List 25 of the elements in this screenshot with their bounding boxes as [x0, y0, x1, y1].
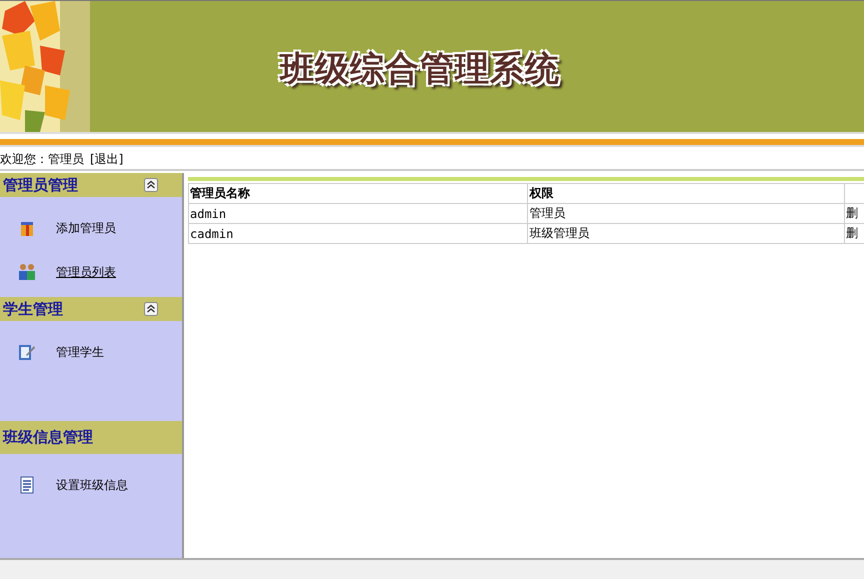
table-cell: 管理员	[528, 204, 845, 224]
people-icon	[18, 263, 36, 281]
section-title: 学生管理	[3, 300, 63, 318]
table-cell: cadmin	[188, 224, 528, 244]
collapse-icon[interactable]	[144, 178, 158, 192]
menu-link[interactable]: 设置班级信息	[56, 476, 128, 494]
table-cell: admin	[188, 204, 528, 224]
section-header[interactable]: 学生管理	[0, 297, 182, 321]
table-cell: 班级管理员	[528, 224, 845, 244]
section-header[interactable]: 班级信息管理	[0, 421, 182, 454]
document-icon	[18, 476, 36, 494]
menu-link[interactable]: 管理员列表	[56, 264, 116, 280]
collapse-icon[interactable]	[144, 302, 158, 316]
column-header: 权限	[528, 184, 845, 204]
menu-link[interactable]: 管理学生	[56, 344, 104, 360]
section-title: 管理员管理	[3, 176, 78, 194]
logout-link[interactable]: [退出]	[90, 151, 124, 168]
gift-icon	[18, 219, 36, 237]
column-header: 管理员名称	[188, 184, 528, 204]
edit-icon	[18, 343, 36, 361]
section-header[interactable]: 管理员管理	[0, 173, 182, 197]
welcome-text: 欢迎您：管理员	[0, 151, 84, 168]
menu-link[interactable]: 添加管理员	[56, 220, 116, 236]
site-title: 班级综合管理系统	[280, 48, 560, 90]
section-title: 班级信息管理	[3, 428, 93, 447]
